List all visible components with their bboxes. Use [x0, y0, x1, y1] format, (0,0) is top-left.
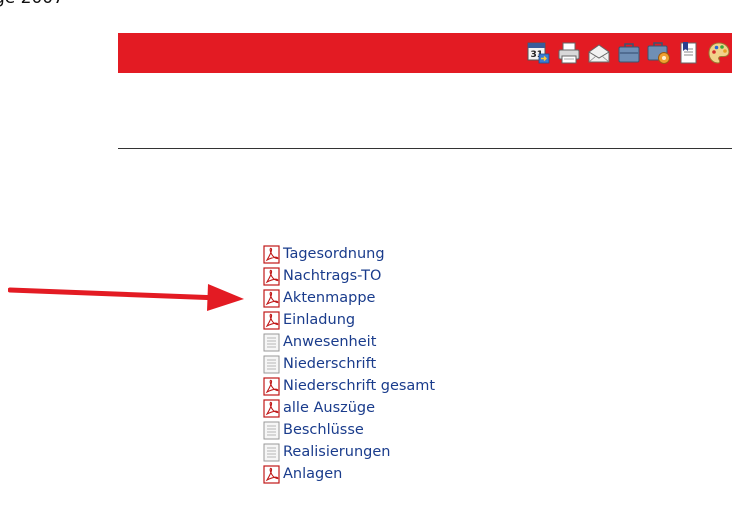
palette-icon[interactable] — [706, 40, 732, 66]
red-arrow-annotation — [8, 284, 244, 311]
list-item: Tagesordnung — [262, 243, 435, 265]
mail-envelope-icon[interactable] — [586, 40, 612, 66]
einladung-link[interactable]: Einladung — [283, 312, 355, 328]
pdf-icon — [262, 288, 281, 308]
briefcase-icon[interactable] — [616, 40, 642, 66]
list-item: Realisierungen — [262, 441, 435, 463]
aktenmappe-link[interactable]: Aktenmappe — [283, 290, 375, 306]
list-item: Niederschrift — [262, 353, 435, 375]
list-item: Beschlüsse — [262, 419, 435, 441]
text-document-icon — [262, 442, 281, 462]
anwesenheit-link[interactable]: Anwesenheit — [283, 334, 376, 350]
header-text-fragment: ge 2007 — [0, 0, 110, 20]
header-fragment-text: ge 2007 — [0, 0, 64, 8]
niederschrift-gesamt-link[interactable]: Niederschrift gesamt — [283, 378, 435, 394]
toolbar: 31 — [118, 33, 732, 73]
toolbar-icons: 31 — [526, 40, 732, 66]
text-document-icon — [262, 332, 281, 352]
briefcase-settings-icon[interactable] — [646, 40, 672, 66]
list-item: Nachtrags-TO — [262, 265, 435, 287]
calendar-export-icon[interactable]: 31 — [526, 40, 552, 66]
tagesordnung-link[interactable]: Tagesordnung — [283, 246, 385, 262]
text-document-icon — [262, 420, 281, 440]
printer-icon[interactable] — [556, 40, 582, 66]
list-item: Einladung — [262, 309, 435, 331]
niederschrift-link[interactable]: Niederschrift — [283, 356, 376, 372]
pdf-icon — [262, 310, 281, 330]
pdf-icon — [262, 398, 281, 418]
document-list: Tagesordnung Nachtrags-TO Aktenmappe Ein… — [262, 243, 435, 485]
beschluesse-link[interactable]: Beschlüsse — [283, 422, 364, 438]
text-document-icon — [262, 354, 281, 374]
pdf-icon — [262, 464, 281, 484]
bookmark-document-icon[interactable] — [676, 40, 702, 66]
horizontal-separator — [118, 148, 732, 149]
list-item: Niederschrift gesamt — [262, 375, 435, 397]
list-item: Anwesenheit — [262, 331, 435, 353]
list-item: alle Auszüge — [262, 397, 435, 419]
page: ge 2007 31 — [0, 0, 732, 518]
nachtrags-to-link[interactable]: Nachtrags-TO — [283, 268, 381, 284]
pdf-icon — [262, 244, 281, 264]
anlagen-link[interactable]: Anlagen — [283, 466, 342, 482]
pdf-icon — [262, 266, 281, 286]
alle-auszuege-link[interactable]: alle Auszüge — [283, 400, 375, 416]
realisierungen-link[interactable]: Realisierungen — [283, 444, 390, 460]
list-item: Anlagen — [262, 463, 435, 485]
pdf-icon — [262, 376, 281, 396]
list-item: Aktenmappe — [262, 287, 435, 309]
